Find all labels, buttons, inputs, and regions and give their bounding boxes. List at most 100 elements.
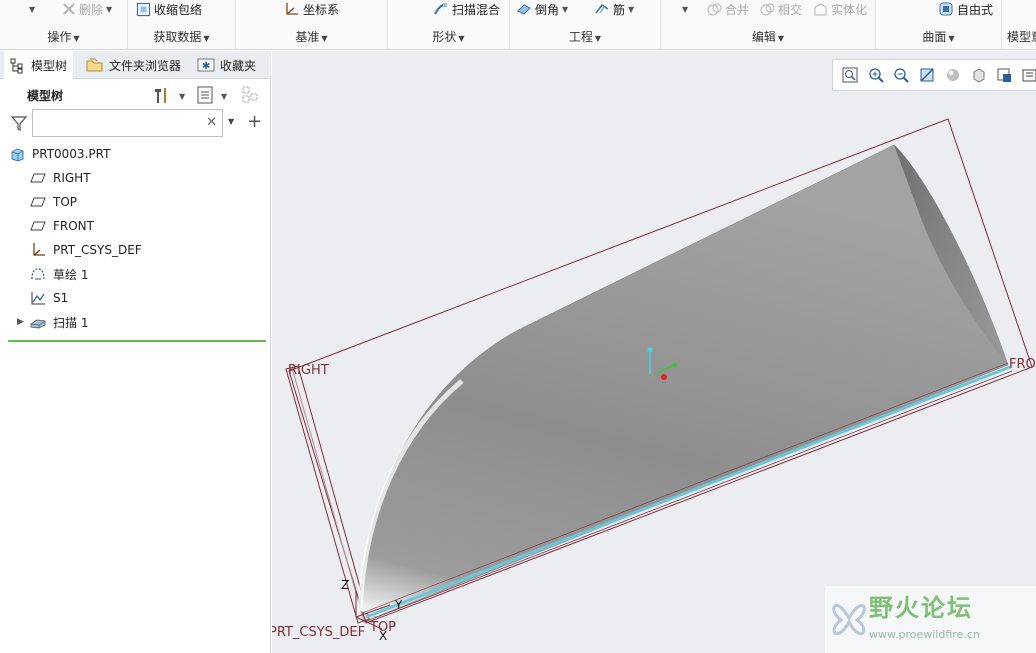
datum-plane-icon	[30, 197, 46, 207]
solidify-label: 实体化	[831, 2, 868, 17]
folder-icon	[86, 58, 103, 72]
delete-button[interactable]: 删除 ▼	[62, 1, 112, 17]
insert-indicator[interactable]	[8, 340, 266, 342]
tab-model-tree[interactable]: 模型树	[4, 51, 74, 80]
tree-node-label: 扫描 1	[53, 315, 89, 330]
filter-clear-icon[interactable]: ✕	[206, 115, 217, 130]
group-label-surfaces[interactable]: 曲面 ▼	[876, 28, 1001, 45]
zoom-in-button[interactable]	[865, 64, 887, 86]
tree-settings-button[interactable]: ▼	[152, 85, 188, 108]
tree-node-front[interactable]: FRONT	[30, 215, 94, 237]
csys-button[interactable]: 坐标系	[284, 1, 339, 17]
y-axis-label: Y	[394, 598, 403, 612]
section-icon	[1022, 69, 1036, 82]
tree-node-label: TOP	[53, 195, 78, 209]
datum-plane-icon	[30, 221, 46, 231]
tree-node-s1[interactable]: S1	[30, 287, 68, 309]
list-icon: ▼	[197, 86, 228, 104]
csys-label: 坐标系	[303, 2, 340, 17]
tree-node-label: FRONT	[53, 219, 94, 233]
section-button[interactable]	[1019, 64, 1036, 86]
tree-node-sweep[interactable]: 扫描 1	[30, 311, 88, 333]
tree-node-top[interactable]: TOP	[30, 191, 77, 213]
sweep-icon	[30, 319, 46, 329]
group-label-model-intent[interactable]: 模型意	[1007, 28, 1036, 45]
delete-label: 删除	[79, 2, 104, 17]
graphics-window[interactable]: RIGHT FRO TOP PRT_CSYS_DEF Z Y X 野火论坛 ww…	[272, 51, 1036, 653]
tree-node-label: PRT_CSYS_DEF	[53, 243, 142, 257]
ribbon-group-get-data: 收缩包络 获取数据 ▼	[128, 0, 236, 50]
solidify-icon	[814, 2, 827, 15]
merge-button[interactable]: 合并	[707, 1, 749, 17]
filter-input[interactable]	[37, 111, 202, 135]
model-tree-icon	[10, 58, 23, 73]
sweep-surface[interactable]	[359, 144, 1009, 618]
csys-datum-label[interactable]: PRT_CSYS_DEF	[272, 625, 365, 640]
freestyle-button[interactable]: 自由式	[938, 1, 993, 17]
repaint-icon	[920, 68, 934, 82]
z-axis-label: Z	[341, 578, 349, 592]
swept-blend-button[interactable]: 扫描混合	[433, 1, 500, 17]
rib-button[interactable]: 筋 ▼	[594, 1, 634, 17]
svg-text:✱: ✱	[202, 61, 210, 72]
zoom-out-button[interactable]	[891, 64, 913, 86]
saved-views-button[interactable]	[968, 64, 990, 86]
group-label-datum[interactable]: 基准 ▼	[236, 28, 387, 45]
model-graphics: RIGHT FRO TOP PRT_CSYS_DEF Z Y X	[272, 118, 1036, 643]
tree-node-part[interactable]: PRT0003.PRT	[10, 143, 110, 165]
tree-node-label: RIGHT	[53, 171, 91, 185]
view-manager-button[interactable]	[994, 64, 1016, 86]
ribbon: ▼ 删除 ▼ 操作 ▼ 收缩包络 获取数据 ▼ 坐标系 基准 ▼ 扫描混合 形状 ▼	[0, 0, 1036, 50]
tab-folder-browser[interactable]: 文件夹浏览器	[80, 51, 187, 79]
group-label-shapes[interactable]: 形状 ▼	[388, 28, 509, 45]
shrinkwrap-button[interactable]: 收缩包络	[136, 1, 202, 17]
filter-field[interactable]: ✕	[32, 109, 223, 137]
tab-favorites[interactable]: ✱ 收藏夹	[191, 51, 262, 79]
editing-dropdown[interactable]: ▼	[679, 1, 688, 17]
csys-icon	[33, 243, 45, 256]
tree-title: 模型树	[27, 89, 64, 103]
shrinkwrap-icon	[136, 2, 151, 16]
filter-icon[interactable]	[10, 114, 28, 132]
shading-icon	[946, 69, 959, 81]
add-filter-icon[interactable]: +	[247, 111, 262, 132]
intersect-button[interactable]: 相交	[760, 1, 802, 17]
group-label-get-data[interactable]: 获取数据 ▼	[128, 28, 235, 45]
svg-text:▼: ▼	[221, 92, 228, 101]
tab-model-tree-label: 模型树	[31, 59, 68, 73]
display-style-button[interactable]	[942, 64, 964, 86]
operations-dropdown[interactable]: ▼	[26, 1, 35, 17]
swept-blend-icon	[434, 3, 448, 15]
datum-curve-icon	[31, 292, 45, 305]
butterfly-logo-icon	[832, 603, 866, 636]
filter-dropdown-icon[interactable]: ▼	[228, 117, 234, 126]
part-icon	[11, 147, 24, 162]
expand-sweep-icon[interactable]: ▶	[17, 317, 24, 327]
tree-node-label: 草绘 1	[53, 267, 89, 282]
freestyle-icon	[939, 2, 953, 16]
group-label-operations[interactable]: 操作 ▼	[0, 28, 127, 45]
forum-watermark: 野火论坛 www.proewildfire.cn	[825, 586, 1036, 653]
tree-show-button[interactable]: ▼	[196, 85, 232, 108]
group-label-editing[interactable]: 编辑 ▼	[661, 28, 875, 45]
tree-columns-button[interactable]	[241, 85, 263, 108]
navigator-pane: 模型树 文件夹浏览器 ✱ 收藏夹 模型树 ▼ ▼ ✕ ▼ + PRT0003.P…	[0, 51, 271, 653]
tab-folder-browser-label: 文件夹浏览器	[109, 58, 182, 73]
merge-label: 合并	[725, 2, 750, 17]
repaint-button[interactable]	[916, 64, 938, 86]
front-datum-label[interactable]: FRO	[1009, 357, 1036, 372]
group-label-engineering[interactable]: 工程 ▼	[510, 28, 660, 45]
tree-node-sketch[interactable]: 草绘 1	[30, 263, 88, 285]
right-datum-label[interactable]: RIGHT	[288, 363, 329, 378]
round-button[interactable]: 倒角 ▼	[516, 1, 568, 17]
tree-node-csys[interactable]: PRT_CSYS_DEF	[30, 239, 142, 261]
favorites-icon: ✱	[197, 58, 215, 72]
tree-node-label: S1	[53, 291, 69, 305]
filter-row: ✕ ▼ +	[0, 108, 271, 138]
cube-view-icon	[973, 68, 985, 83]
refit-button[interactable]	[839, 64, 861, 86]
watermark-url: www.proewildfire.cn	[869, 628, 980, 641]
solidify-button[interactable]: 实体化	[813, 1, 867, 17]
x-axis-label: X	[379, 629, 387, 643]
tree-node-right[interactable]: RIGHT	[30, 167, 91, 189]
